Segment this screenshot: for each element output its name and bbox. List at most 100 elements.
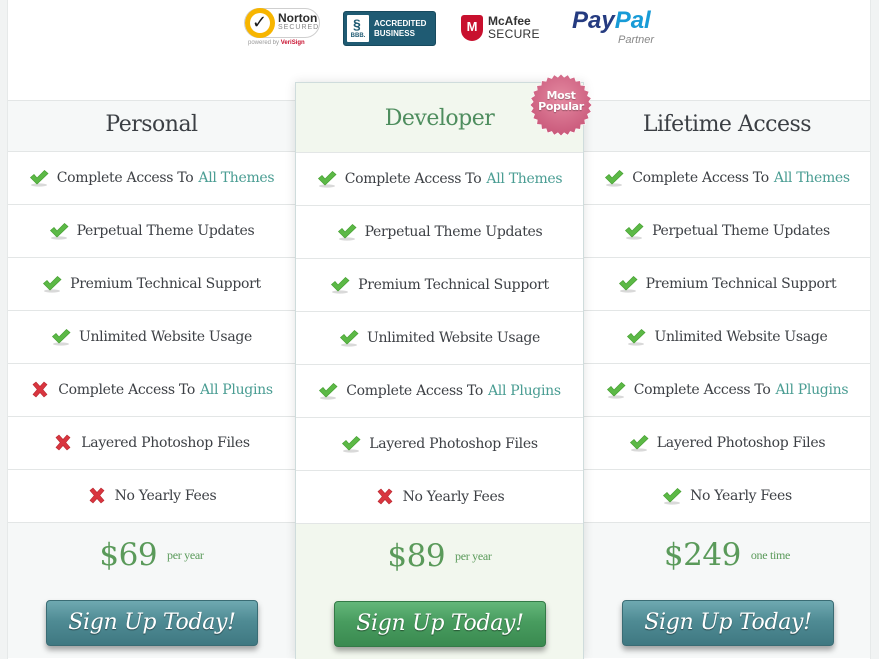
feature-row: Perpetual Theme Updates — [8, 205, 295, 258]
feature-text: Premium Technical Support — [358, 277, 549, 293]
feature-text: Complete Access To — [56, 170, 194, 186]
feature-list: Complete Access To All Themes Perpetual Th… — [584, 152, 870, 523]
feature-text: Premium Technical Support — [645, 276, 837, 292]
price-period: per year — [455, 548, 492, 563]
check-icon — [318, 382, 338, 400]
feature-text: Layered Photoshop Files — [369, 436, 538, 452]
check-icon — [606, 381, 626, 399]
feature-text: Layered Photoshop Files — [81, 435, 250, 451]
price-area: $89 per year Sign Up Today! — [296, 524, 583, 659]
feature-row: Layered Photoshop Files — [296, 418, 583, 471]
check-icon — [341, 435, 361, 453]
price-amount: $249 — [663, 537, 741, 573]
check-icon — [330, 276, 350, 294]
price: $69 per year — [8, 537, 295, 573]
feature-text: Complete Access To — [344, 171, 482, 187]
mcafee-secure-badge: M McAfee SECURE — [461, 13, 541, 53]
trust-badges: ✓ Norton SECURED powered by VeriSign BBB… — [0, 0, 879, 60]
check-icon — [29, 169, 49, 187]
feature-text: Premium Technical Support — [70, 276, 261, 292]
feature-row: Premium Technical Support — [8, 258, 295, 311]
feature-list: Complete Access To All Themes Perpetual Th… — [296, 153, 583, 524]
feature-row: Complete Access To All Themes — [584, 152, 870, 205]
feature-row: Layered Photoshop Files — [8, 417, 295, 470]
price-period: one time — [750, 547, 791, 562]
plan-title: Lifetime Access — [584, 100, 870, 152]
most-popular-badge: Most Popular — [529, 73, 593, 137]
feature-row: Unlimited Website Usage — [296, 312, 583, 365]
sign-up-button-personal[interactable]: Sign Up Today! — [46, 600, 258, 646]
feature-row: Layered Photoshop Files — [584, 417, 870, 470]
feature-text: Layered Photoshop Files — [656, 435, 826, 451]
feature-text: Unlimited Website Usage — [366, 330, 541, 346]
plan-title: Personal — [8, 100, 295, 152]
feature-link[interactable]: All Plugins — [200, 382, 273, 398]
feature-row: Perpetual Theme Updates — [296, 206, 583, 259]
cross-icon — [375, 488, 395, 506]
price-amount: $69 — [99, 537, 158, 573]
price-area: $69 per year Sign Up Today! — [8, 523, 295, 658]
check-icon — [337, 223, 357, 241]
feature-link[interactable]: All Themes — [774, 170, 850, 186]
check-icon — [629, 434, 649, 452]
check-icon — [317, 170, 337, 188]
feature-row: Unlimited Website Usage — [8, 311, 295, 364]
check-icon — [662, 487, 682, 505]
bbb-accredited-badge: BBB. ACCREDITEDBUSINESS — [343, 11, 436, 46]
price: $89 per year — [296, 538, 583, 574]
feature-text: Complete Access To — [633, 382, 771, 398]
bbb-torch-icon: BBB. — [347, 15, 369, 42]
feature-text: No Yearly Fees — [690, 488, 792, 504]
check-icon — [42, 275, 62, 293]
check-icon — [604, 169, 624, 187]
feature-row: Complete Access To All Plugins — [584, 364, 870, 417]
feature-row: Complete Access To All Plugins — [296, 365, 583, 418]
price-amount: $89 — [387, 538, 446, 574]
check-icon — [49, 222, 69, 240]
sign-up-button-lifetime[interactable]: Sign Up Today! — [622, 600, 834, 646]
feature-text: Complete Access To — [58, 382, 195, 398]
feature-text: Perpetual Theme Updates — [364, 224, 543, 240]
feature-link[interactable]: All Plugins — [488, 383, 561, 399]
feature-row: Perpetual Theme Updates — [584, 205, 870, 258]
feature-text: Complete Access To — [346, 383, 483, 399]
price: $249 one time — [584, 537, 870, 573]
cross-icon — [87, 487, 107, 505]
feature-row: Complete Access To All Themes — [296, 153, 583, 206]
plan-personal: Personal Complete Access To All Themes Per… — [8, 100, 295, 659]
feature-text: Complete Access To — [632, 170, 769, 186]
feature-link[interactable]: All Plugins — [775, 382, 848, 398]
sign-up-button-developer[interactable]: Sign Up Today! — [334, 601, 546, 647]
feature-text: Perpetual Theme Updates — [652, 223, 830, 239]
feature-row: No Yearly Fees — [8, 470, 295, 523]
check-icon — [339, 329, 359, 347]
check-icon — [51, 328, 71, 346]
feature-row: Premium Technical Support — [296, 259, 583, 312]
feature-list: Complete Access To All Themes Perpetual Th… — [8, 152, 295, 523]
feature-row: Complete Access To All Themes — [8, 152, 295, 205]
check-icon — [626, 328, 646, 346]
feature-row: No Yearly Fees — [296, 471, 583, 524]
feature-text: Perpetual Theme Updates — [76, 223, 255, 239]
plan-developer: Developer Complete Access To All Themes Pe… — [295, 82, 584, 659]
feature-row: Complete Access To All Plugins — [8, 364, 295, 417]
cross-icon — [53, 434, 73, 452]
cross-icon — [30, 381, 50, 399]
feature-row: No Yearly Fees — [584, 470, 870, 523]
paypal-partner-badge: PayPal Partner — [572, 7, 655, 47]
check-icon — [624, 222, 644, 240]
feature-link[interactable]: All Themes — [486, 171, 562, 187]
mcafee-shield-icon: M — [461, 15, 483, 41]
plan-lifetime-access: Lifetime Access Complete Access To All Th… — [584, 100, 870, 659]
price-area: $249 one time Sign Up Today! — [584, 523, 870, 658]
feature-text: Unlimited Website Usage — [78, 329, 253, 345]
feature-link[interactable]: All Themes — [198, 170, 274, 186]
feature-row: Unlimited Website Usage — [584, 311, 870, 364]
price-period: per year — [167, 547, 204, 562]
norton-secured-badge: ✓ Norton SECURED powered by VeriSign — [244, 8, 322, 48]
feature-text: Unlimited Website Usage — [654, 329, 828, 345]
check-icon — [618, 275, 638, 293]
feature-text: No Yearly Fees — [114, 488, 217, 504]
feature-row: Premium Technical Support — [584, 258, 870, 311]
feature-text: No Yearly Fees — [402, 489, 505, 505]
